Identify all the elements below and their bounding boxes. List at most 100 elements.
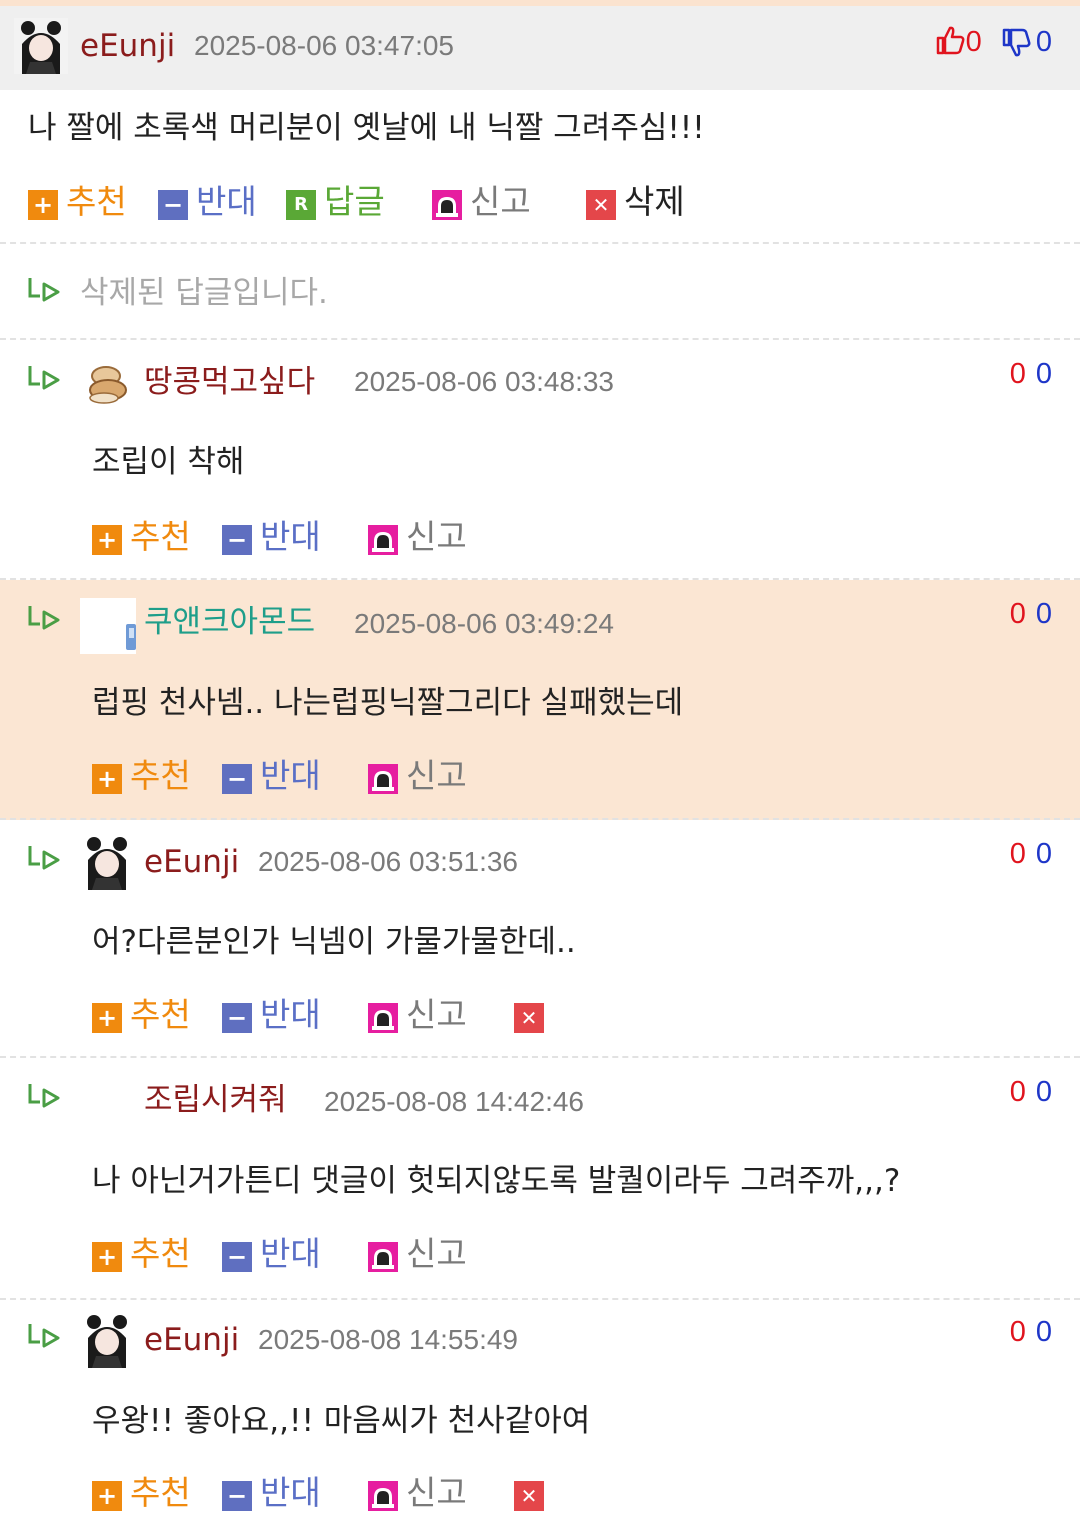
reply-comment-highlighted: 쿠앤크아몬드 2025-08-06 03:49:24 00 럽핑 천사넴.. 나…	[0, 580, 1080, 820]
vote-counts: 00	[1010, 354, 1052, 394]
deleted-reply: 삭제된 답글입니다.	[0, 244, 1080, 340]
minus-icon: −	[222, 1481, 252, 1511]
reply-comment: 조립시켜줘 2025-08-08 14:42:46 00 나 아닌거가튼디 댓글…	[0, 1058, 1080, 1300]
comment-nickname[interactable]: eEunji	[80, 26, 175, 66]
comment-actions: + 추천 − 반대 신고	[92, 515, 592, 559]
recommend-label: 추천	[130, 756, 191, 795]
oppose-label: 반대	[196, 182, 257, 221]
comment-timestamp: 2025-08-06 03:47:05	[194, 30, 454, 61]
minus-icon: −	[222, 1242, 252, 1272]
report-label: 신고	[406, 995, 467, 1034]
thumbs-up-icon[interactable]	[934, 24, 966, 56]
up-count: 0	[1009, 598, 1026, 630]
vote-counts: 00	[1010, 1072, 1052, 1112]
minus-icon: −	[158, 190, 188, 220]
siren-icon	[368, 1242, 398, 1272]
comment-root: eEunji 2025-08-06 03:47:05 0 0 나 짤에 초록색 …	[0, 6, 1080, 244]
peanut-avatar[interactable]	[84, 358, 132, 406]
up-count: 0	[965, 26, 982, 58]
avatar[interactable]	[14, 18, 68, 74]
reply-arrow-icon	[28, 846, 60, 870]
report-label: 신고	[406, 517, 467, 556]
oppose-label: 반대	[260, 1473, 321, 1512]
plus-icon: +	[92, 1003, 122, 1033]
close-icon: ✕	[514, 1003, 544, 1033]
comment-body: 우왕!! 좋아요,,!! 마음씨가 천사같아여	[92, 1403, 591, 1439]
comment-body: 럽핑 천사넴.. 나는럽핑닉짤그리다 실패했는데	[92, 685, 684, 721]
comment-body: 나 아닌거가튼디 댓글이 헛되지않도록 발퀄이라두 그려주까,,,?	[92, 1163, 901, 1199]
reply-arrow-icon	[28, 1084, 60, 1108]
oppose-label: 반대	[260, 517, 321, 556]
recommend-label: 추천	[66, 182, 127, 221]
down-count: 0	[1035, 1316, 1052, 1348]
recommend-label: 추천	[130, 995, 191, 1034]
reply-arrow-icon	[28, 278, 60, 302]
comment-nickname[interactable]: 조립시켜줘	[144, 1080, 287, 1120]
plus-icon: +	[92, 525, 122, 555]
report-label: 신고	[470, 182, 531, 221]
reply-icon: R	[286, 190, 316, 220]
vote-counts: 00	[1010, 1312, 1052, 1352]
comment-nickname[interactable]: 땅콩먹고싶다	[144, 362, 315, 402]
down-count: 0	[1035, 838, 1052, 870]
comment-actions: + 추천 − 반대 신고	[92, 1232, 592, 1276]
comment-actions: + 추천 − 반대 신고	[92, 754, 592, 798]
reply-arrow-icon	[28, 606, 60, 630]
reply-arrow-icon	[28, 366, 60, 390]
recommend-label: 추천	[130, 1234, 191, 1273]
down-count: 0	[1035, 26, 1052, 58]
comment-body: 어?다른분인가 닉넴이 가물가물한데..	[92, 924, 576, 960]
minus-icon: −	[222, 525, 252, 555]
comment-actions: + 추천 − 반대 신고 ✕	[92, 993, 592, 1037]
siren-icon	[432, 190, 462, 220]
reply-arrow-icon	[28, 1324, 60, 1348]
siren-icon	[368, 1003, 398, 1033]
comment-body: 나 짤에 초록색 머리분이 옛날에 내 닉짤 그려주심!!!	[28, 110, 705, 146]
comment-nickname[interactable]: eEunji	[144, 1320, 239, 1360]
reply-comment: 땅콩먹고싶다 2025-08-06 03:48:33 00 조립이 착해 + 추천…	[0, 340, 1080, 580]
siren-icon	[368, 764, 398, 794]
reply-label: 답글	[324, 182, 385, 221]
oppose-label: 반대	[260, 756, 321, 795]
comment-timestamp: 2025-08-06 03:51:36	[258, 846, 518, 877]
down-count: 0	[1035, 598, 1052, 630]
comment-actions: + 추천 − 반대 신고 ✕	[92, 1471, 592, 1515]
comment-nickname[interactable]: eEunji	[144, 842, 239, 882]
vote-counts: 0 0	[934, 22, 1052, 62]
comment-timestamp: 2025-08-06 03:49:24	[354, 608, 614, 639]
avatar[interactable]	[80, 834, 134, 890]
reply-comment: eEunji 2025-08-06 03:51:36 00 어?다른분인가 닉넴…	[0, 820, 1080, 1058]
vote-counts: 00	[1010, 594, 1052, 634]
down-count: 0	[1035, 358, 1052, 390]
close-icon: ✕	[514, 1481, 544, 1511]
oppose-label: 반대	[260, 995, 321, 1034]
recommend-label: 추천	[130, 1473, 191, 1512]
comment-timestamp: 2025-08-08 14:42:46	[324, 1086, 584, 1117]
minus-icon: −	[222, 1003, 252, 1033]
recommend-label: 추천	[130, 517, 191, 556]
plus-icon: +	[92, 1242, 122, 1272]
up-count: 0	[1009, 1076, 1026, 1108]
comment-nickname[interactable]: 쿠앤크아몬드	[144, 602, 315, 642]
avatar[interactable]	[80, 1312, 134, 1368]
siren-icon	[368, 525, 398, 555]
comment-timestamp: 2025-08-06 03:48:33	[354, 366, 614, 397]
vote-counts: 00	[1010, 834, 1052, 874]
siren-icon	[368, 1481, 398, 1511]
avatar[interactable]	[80, 598, 136, 654]
comment-timestamp: 2025-08-08 14:55:49	[258, 1324, 518, 1355]
up-count: 0	[1009, 838, 1026, 870]
oppose-label: 반대	[260, 1234, 321, 1273]
comment-actions: + 추천 − 반대 R 답글 신고 ✕ 삭제	[28, 180, 728, 224]
report-label: 신고	[406, 1234, 467, 1273]
up-count: 0	[1009, 358, 1026, 390]
up-count: 0	[1009, 1316, 1026, 1348]
minus-icon: −	[222, 764, 252, 794]
down-count: 0	[1035, 1076, 1052, 1108]
deleted-reply-text: 삭제된 답글입니다.	[80, 275, 328, 311]
delete-label: 삭제	[624, 182, 685, 221]
thumbs-down-icon[interactable]	[1000, 27, 1032, 59]
comment-body: 조립이 착해	[92, 444, 245, 480]
close-icon: ✕	[586, 190, 616, 220]
plus-icon: +	[92, 764, 122, 794]
